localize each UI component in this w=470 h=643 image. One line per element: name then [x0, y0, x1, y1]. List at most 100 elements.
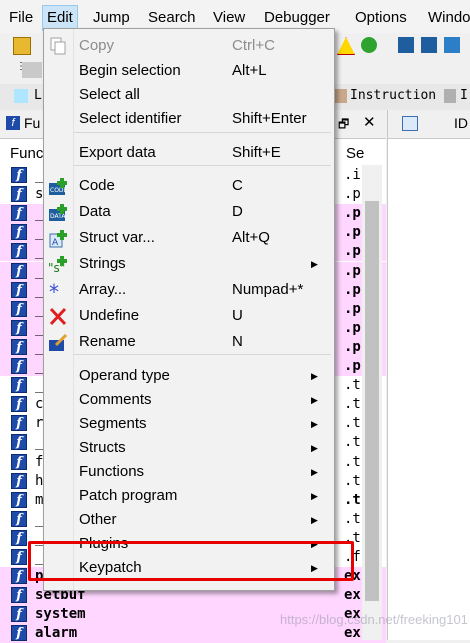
menu-item-strings[interactable]: "s" Strings ▶ [44, 252, 334, 276]
function-window-icon: f [6, 116, 20, 130]
menu-item-label: Select identifier [79, 110, 182, 127]
instruction-color-swatch [335, 89, 347, 103]
function-segment: .i [344, 167, 361, 183]
menu-item-operand-type[interactable]: Operand type ▶ [44, 364, 334, 388]
menu-item-shortcut: C [232, 177, 243, 194]
navigation-band[interactable] [22, 62, 42, 78]
function-icon: f [11, 491, 27, 508]
menu-item-comments[interactable]: Comments ▶ [44, 388, 334, 412]
legend-library-label: L [34, 88, 42, 103]
menu-item-copy[interactable]: Copy Ctrl+C [44, 34, 334, 58]
menu-windows[interactable]: Windo [424, 6, 470, 30]
menu-jump[interactable]: Jump [89, 6, 134, 30]
menu-search[interactable]: Search [144, 6, 200, 30]
menu-file[interactable]: File [5, 6, 37, 30]
svg-text:A: A [52, 238, 59, 248]
function-icon: f [11, 587, 27, 604]
warning-icon[interactable] [337, 37, 355, 55]
open-folder-icon[interactable] [13, 37, 31, 55]
function-icon: f [11, 396, 27, 413]
watermark: https://blog.csdn.net/freeking101 [280, 612, 468, 627]
menu-item-data[interactable]: DATA Data D [44, 200, 334, 224]
close-icon[interactable]: ✕ [363, 113, 376, 131]
menu-item-label: Structs [79, 439, 126, 456]
menu-item-rename[interactable]: Rename N [44, 330, 334, 354]
menu-item-label: Rename [79, 333, 136, 350]
function-segment: .p [344, 186, 361, 203]
menu-item-select-all[interactable]: Select all [44, 83, 334, 107]
function-icon: f [11, 434, 27, 451]
menu-options[interactable]: Options [351, 6, 411, 30]
column-header-segment[interactable]: Se [346, 143, 364, 165]
menu-item-label: Begin selection [79, 62, 181, 79]
function-icon: f [11, 300, 27, 317]
menu-item-shortcut: Shift+E [232, 144, 281, 161]
ida-view-titlebar: ID [388, 110, 470, 139]
svg-text:CODE: CODE [50, 187, 68, 194]
menu-item-label: Struct var... [79, 229, 155, 246]
menu-item-patch-program[interactable]: Patch program ▶ [44, 484, 334, 508]
function-segment: ex [344, 625, 361, 642]
strings-icon: "s" [48, 255, 68, 275]
menu-item-export-data[interactable]: Export data Shift+E [44, 141, 334, 165]
function-icon: f [11, 243, 27, 260]
function-icon: f [11, 377, 27, 394]
function-icon: f [11, 338, 27, 355]
library-color-swatch [14, 89, 28, 103]
function-segment: .p [344, 319, 361, 336]
menu-item-shortcut: Ctrl+C [232, 37, 275, 54]
copy-icon [48, 37, 68, 56]
menu-item-label: Functions [79, 463, 145, 480]
legend-last-swatch [444, 89, 456, 103]
function-segment: .p [344, 262, 361, 279]
menu-item-label: Patch program [79, 487, 178, 504]
function-icon: f [11, 281, 27, 298]
data-toolbar-icon[interactable] [421, 37, 437, 53]
code-toolbar-icon[interactable] [398, 37, 414, 53]
menu-item-functions[interactable]: Functions ▶ [44, 460, 334, 484]
svg-text:*: * [49, 281, 59, 300]
undefine-icon [48, 307, 68, 326]
menu-view[interactable]: View [209, 6, 249, 30]
menu-item-undefine[interactable]: Undefine U [44, 304, 334, 328]
struct-var-icon: A [48, 229, 68, 248]
scrollbar-thumb[interactable] [365, 201, 379, 601]
menu-item-array[interactable]: * Array... Numpad+* [44, 278, 334, 304]
function-icon: f [11, 625, 27, 642]
menu-item-other[interactable]: Other ▶ [44, 508, 334, 532]
submenu-arrow-icon: ▶ [311, 259, 318, 269]
function-icon: f [11, 529, 27, 546]
function-segment: ex [344, 587, 361, 604]
function-segment: .p [344, 358, 361, 374]
struct-toolbar-icon[interactable] [444, 37, 460, 53]
menu-item-segments[interactable]: Segments ▶ [44, 412, 334, 436]
menu-separator [73, 165, 331, 166]
function-segment: .p [344, 300, 361, 317]
menu-debugger[interactable]: Debugger [260, 6, 334, 30]
submenu-arrow-icon: ▶ [311, 419, 318, 429]
function-name: system [35, 606, 86, 623]
function-icon: f [11, 205, 27, 222]
float-window-icon[interactable]: 🗗 [338, 115, 349, 136]
menu-item-structs[interactable]: Structs ▶ [44, 436, 334, 460]
function-name: alarm [35, 625, 78, 642]
function-row[interactable]: f alarm ex [0, 624, 386, 643]
menu-item-label: Copy [79, 37, 115, 54]
menu-item-label: Comments [79, 391, 152, 408]
menu-item-struct-var[interactable]: A Struct var... Alt+Q [44, 226, 334, 250]
edit-menu-dropdown: Copy Ctrl+C Begin selection Alt+L Select all… [43, 28, 335, 591]
function-segment: .p [344, 224, 361, 241]
function-icon: f [11, 453, 27, 470]
function-segment: .t [344, 491, 361, 508]
vertical-scrollbar[interactable] [362, 165, 382, 640]
menu-separator [73, 354, 331, 355]
submenu-arrow-icon: ▶ [311, 491, 318, 501]
run-icon[interactable] [361, 37, 377, 53]
menu-item-select-identifier[interactable]: Select identifier Shift+Enter [44, 107, 334, 131]
menu-item-code[interactable]: CODE Code C [44, 174, 334, 198]
legend-last-label: I [460, 88, 468, 103]
menu-item-shortcut: D [232, 203, 243, 220]
menu-item-begin-selection[interactable]: Begin selection Alt+L [44, 59, 334, 83]
function-segment: .p [344, 205, 361, 222]
column-header-function[interactable]: Func [10, 143, 43, 165]
